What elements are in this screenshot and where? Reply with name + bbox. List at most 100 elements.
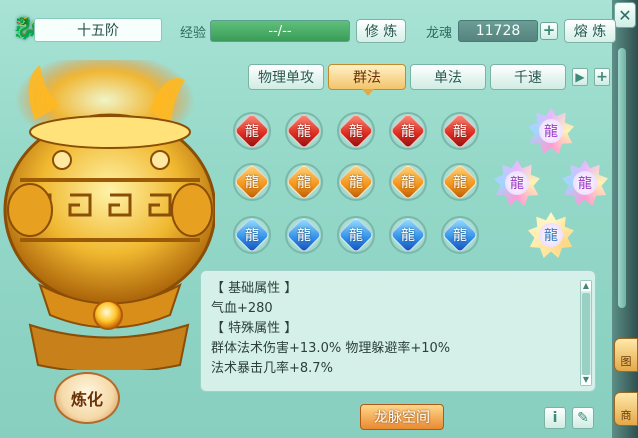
soul-value-box: 11728 bbox=[458, 20, 538, 42]
blue-gem-icon: 龍 bbox=[441, 216, 479, 254]
red-gem-icon: 龍 bbox=[233, 112, 271, 150]
dragon-vein-space-button[interactable]: 龙脉空间 bbox=[360, 404, 444, 430]
blue-gem-icon: 龍 bbox=[337, 216, 375, 254]
blue-gem-slot-3[interactable]: 龍 bbox=[337, 216, 375, 254]
exp-bar: --/-- bbox=[210, 20, 350, 42]
rank-badge: 🐉 十五阶 bbox=[8, 12, 162, 46]
scroll-up-icon[interactable]: ▲ bbox=[581, 281, 591, 291]
smelt-button-label: 熔 炼 bbox=[573, 24, 607, 40]
tab-label: 物理单攻 bbox=[258, 70, 314, 86]
gem-glyph: 龍 bbox=[401, 228, 415, 244]
tab-label: 群法 bbox=[353, 70, 381, 86]
plus-icon[interactable]: + bbox=[540, 22, 558, 40]
tab-speed[interactable]: 千速 bbox=[490, 64, 566, 90]
gem-glyph: 龍 bbox=[453, 124, 467, 140]
orange-gem-icon: 龍 bbox=[389, 163, 427, 201]
right-side-strip: ✕ 图 商 bbox=[612, 0, 638, 438]
rank-text: 十五阶 bbox=[34, 18, 162, 42]
scroll-down-icon[interactable]: ▼ bbox=[581, 375, 591, 385]
red-gem-slot-3[interactable]: 龍 bbox=[337, 112, 375, 150]
side-tab-illustration[interactable]: 图 bbox=[614, 338, 638, 372]
gem-glyph: 龍 bbox=[401, 124, 415, 140]
special-attr-line-1: 群体法术伤害+13.0% 物理躲避率+10% bbox=[211, 341, 451, 356]
golden-cauldron-art bbox=[3, 60, 215, 370]
core-star-slot-bottom[interactable]: 龍 bbox=[528, 212, 574, 258]
tab-single-magic[interactable]: 单法 bbox=[410, 64, 486, 90]
red-gem-slot-4[interactable]: 龍 bbox=[389, 112, 427, 150]
exp-label: 经验 bbox=[180, 26, 207, 41]
orange-gem-slot-4[interactable]: 龍 bbox=[389, 163, 427, 201]
close-icon[interactable]: ✕ bbox=[614, 2, 636, 28]
orange-gem-icon: 龍 bbox=[285, 163, 323, 201]
red-gem-icon: 龍 bbox=[389, 112, 427, 150]
plus-tab-icon[interactable]: + bbox=[594, 68, 610, 86]
side-rail bbox=[618, 48, 626, 308]
orange-gem-slot-2[interactable]: 龍 bbox=[285, 163, 323, 201]
tab-label: 单法 bbox=[434, 70, 462, 86]
attribute-scrollbar[interactable]: ▲ ▼ bbox=[580, 280, 592, 386]
soul-value: 11728 bbox=[475, 23, 521, 39]
tab-label: 千速 bbox=[514, 70, 542, 86]
tab-physical-single[interactable]: 物理单攻 bbox=[248, 64, 324, 90]
refine-button-label: 炼化 bbox=[70, 390, 103, 409]
gem-glyph: 龍 bbox=[297, 228, 311, 244]
smelt-button[interactable]: 熔 炼 bbox=[564, 19, 616, 43]
orange-gem-slot-1[interactable]: 龍 bbox=[233, 163, 271, 201]
special-attr-heading: 【 特殊属性 】 bbox=[211, 321, 298, 336]
gem-glyph: 龍 bbox=[401, 175, 415, 191]
dragon-core-icon: 龍 bbox=[573, 171, 597, 195]
core-star-slot-top[interactable]: 龍 bbox=[528, 108, 574, 154]
exp-value: --/-- bbox=[268, 23, 292, 39]
gem-glyph: 龍 bbox=[245, 124, 259, 140]
space-button-label: 龙脉空间 bbox=[374, 410, 430, 426]
base-attr-hp: 气血+280 bbox=[211, 301, 273, 316]
attribute-panel: 【 基础属性 】 气血+280 【 特殊属性 】 群体法术伤害+13.0% 物理… bbox=[200, 270, 596, 392]
blue-gem-slot-4[interactable]: 龍 bbox=[389, 216, 427, 254]
blue-gem-slot-2[interactable]: 龍 bbox=[285, 216, 323, 254]
gem-glyph: 龍 bbox=[245, 175, 259, 191]
special-attr-line-2: 法术暴击几率+8.7% bbox=[211, 361, 333, 376]
orange-gem-slot-5[interactable]: 龍 bbox=[441, 163, 479, 201]
blue-gem-slot-5[interactable]: 龍 bbox=[441, 216, 479, 254]
soul-label: 龙魂 bbox=[426, 26, 453, 41]
red-gem-icon: 龍 bbox=[285, 112, 323, 150]
cultivate-button-label: 修 炼 bbox=[364, 24, 398, 40]
red-gem-slot-1[interactable]: 龍 bbox=[233, 112, 271, 150]
info-icon[interactable]: i bbox=[544, 407, 566, 429]
gem-glyph: 龍 bbox=[349, 175, 363, 191]
cultivate-button[interactable]: 修 炼 bbox=[356, 19, 406, 43]
orange-gem-icon: 龍 bbox=[441, 163, 479, 201]
core-star-slot-left[interactable]: 龍 bbox=[494, 160, 540, 206]
red-gem-slot-2[interactable]: 龍 bbox=[285, 112, 323, 150]
gem-glyph: 龍 bbox=[245, 228, 259, 244]
base-attr-heading: 【 基础属性 】 bbox=[211, 281, 298, 296]
core-star-slot-right[interactable]: 龍 bbox=[562, 160, 608, 206]
orange-gem-icon: 龍 bbox=[337, 163, 375, 201]
orange-gem-slot-3[interactable]: 龍 bbox=[337, 163, 375, 201]
gem-glyph: 龍 bbox=[349, 228, 363, 244]
orange-gem-icon: 龍 bbox=[233, 163, 271, 201]
dragon-core-icon: 龍 bbox=[505, 171, 529, 195]
side-tab-label: 商 bbox=[620, 409, 632, 422]
play-arrow-icon[interactable]: ▶ bbox=[572, 68, 588, 86]
side-tab-label: 图 bbox=[620, 355, 632, 368]
gem-glyph: 龍 bbox=[453, 175, 467, 191]
blue-gem-slot-1[interactable]: 龍 bbox=[233, 216, 271, 254]
dragon-vein-panel: ✕ 图 商 🐉 十五阶 经验 --/-- 修 炼 龙魂 11728 + 熔 炼 … bbox=[0, 0, 638, 438]
blue-gem-icon: 龍 bbox=[389, 216, 427, 254]
blue-gem-icon: 龍 bbox=[233, 216, 271, 254]
tab-group-magic[interactable]: 群法 bbox=[328, 64, 406, 96]
gem-glyph: 龍 bbox=[453, 228, 467, 244]
dragon-core-icon: 龍 bbox=[539, 223, 563, 247]
red-gem-icon: 龍 bbox=[441, 112, 479, 150]
dragon-core-icon: 龍 bbox=[539, 119, 563, 143]
gem-glyph: 龍 bbox=[297, 124, 311, 140]
scroll-thumb[interactable] bbox=[582, 293, 590, 375]
edit-icon[interactable]: ✎ bbox=[572, 407, 594, 429]
blue-gem-icon: 龍 bbox=[285, 216, 323, 254]
gem-glyph: 龍 bbox=[297, 175, 311, 191]
refine-button[interactable]: 炼化 bbox=[54, 372, 120, 424]
side-tab-shop[interactable]: 商 bbox=[614, 392, 638, 426]
red-gem-slot-5[interactable]: 龍 bbox=[441, 112, 479, 150]
red-gem-icon: 龍 bbox=[337, 112, 375, 150]
